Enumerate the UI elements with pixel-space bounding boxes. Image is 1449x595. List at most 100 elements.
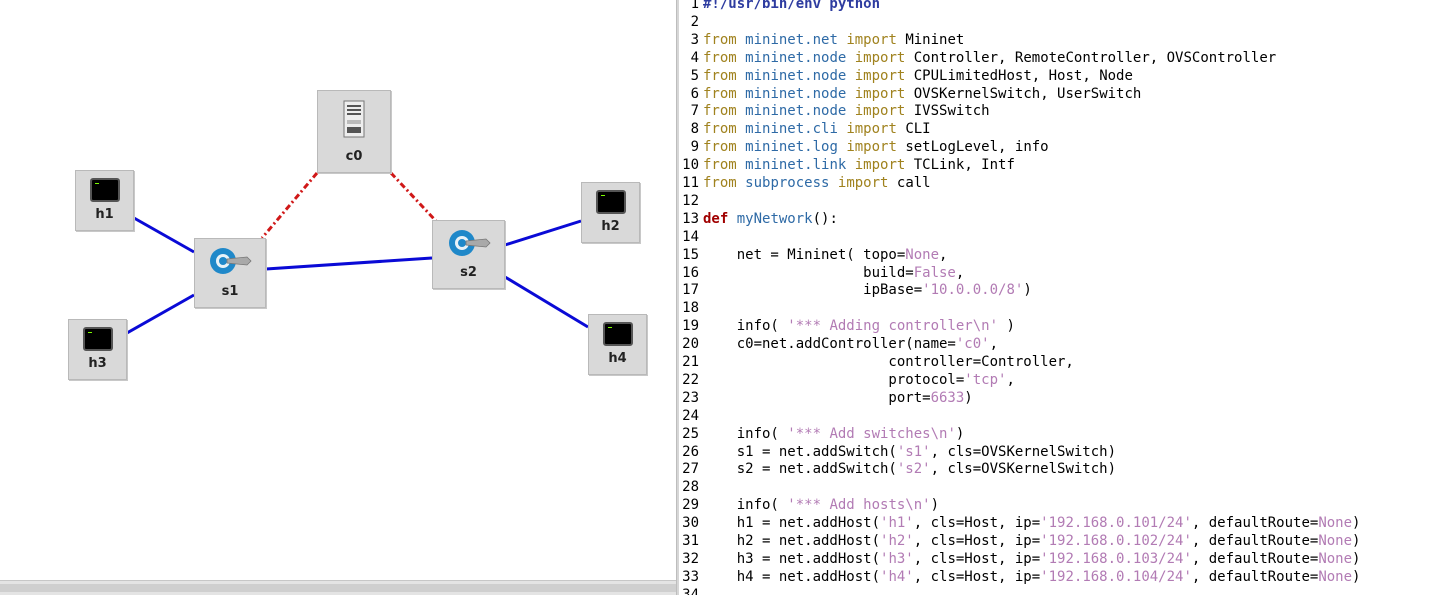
node-h4[interactable]: h4 xyxy=(588,314,647,375)
code-line[interactable]: 4 from mininet.node import Controller, Re… xyxy=(679,49,1449,67)
code-line[interactable]: 20 c0=net.addController(name='c0', xyxy=(679,335,1449,353)
node-s1[interactable]: s1 xyxy=(194,238,266,308)
code-token: h1 = net.addHost( xyxy=(703,515,881,532)
code-text: info( '*** Add switches\n') xyxy=(703,425,965,443)
topology-canvas[interactable]: h1 h2 h3 h4 s1 s2 c0 xyxy=(0,0,676,595)
code-token: import xyxy=(846,121,897,138)
code-line[interactable]: 25 info( '*** Add switches\n') xyxy=(679,425,1449,443)
code-token: False xyxy=(913,264,956,281)
code-token: ) xyxy=(964,389,973,406)
link-c0-s1[interactable] xyxy=(260,172,319,239)
node-s2[interactable]: s2 xyxy=(432,220,505,289)
code-line[interactable]: 19 info( '*** Adding controller\n' ) xyxy=(679,317,1449,335)
node-c0[interactable]: c0 xyxy=(317,90,391,173)
code-token: mininet.net xyxy=(745,31,838,48)
code-token: import xyxy=(854,49,906,66)
code-token: ) xyxy=(1352,515,1361,532)
code-line[interactable]: 18 xyxy=(679,299,1449,317)
line-number: 31 xyxy=(682,533,699,549)
code-text: from mininet.node import OVSKernelSwitch… xyxy=(703,85,1141,103)
code-token: OVSKernelSwitch, UserSwitch xyxy=(905,85,1142,102)
code-line[interactable]: 28 xyxy=(679,478,1449,496)
code-line[interactable]: 8 from mininet.cli import CLI xyxy=(679,120,1449,138)
code-token: 's2' xyxy=(896,461,931,478)
code-line[interactable]: 5 from mininet.node import CPULimitedHost… xyxy=(679,67,1449,85)
code-text: h4 = net.addHost('h4', cls=Host, ip='192… xyxy=(703,568,1361,586)
line-number: 27 xyxy=(682,461,699,478)
code-token: build= xyxy=(703,264,914,281)
code-token: Controller, RemoteController, OVSControl… xyxy=(905,49,1277,66)
line-number: 23 xyxy=(682,389,699,406)
scrollbar-thumb[interactable] xyxy=(0,584,676,592)
code-line[interactable]: 14 xyxy=(679,228,1449,246)
code-line[interactable]: 32 h3 = net.addHost('h3', cls=Host, ip='… xyxy=(679,550,1449,568)
code-line[interactable]: 23 port=6633) xyxy=(679,389,1449,407)
code-line[interactable]: 16 build=False, xyxy=(679,264,1449,282)
code-token: CPULimitedHost, Host, Node xyxy=(905,67,1133,84)
code-line[interactable]: 2 xyxy=(679,13,1449,31)
code-line[interactable]: 12 xyxy=(679,192,1449,210)
code-line[interactable]: 33 h4 = net.addHost('h4', cls=Host, ip='… xyxy=(679,568,1449,586)
code-text: def myNetwork(): xyxy=(703,210,838,228)
code-token: , xyxy=(939,246,948,263)
code-line[interactable]: 10 from mininet.link import TCLink, Intf xyxy=(679,156,1449,174)
code-token: mininet.log xyxy=(745,139,838,156)
code-line[interactable]: 27 s2 = net.addSwitch('s2', cls=OVSKerne… xyxy=(679,460,1449,478)
code-token: import xyxy=(854,103,906,120)
code-line[interactable]: 26 s1 = net.addSwitch('s1', cls=OVSKerne… xyxy=(679,443,1449,461)
code-token: from xyxy=(703,67,737,84)
code-line[interactable]: 24 xyxy=(679,407,1449,425)
code-line[interactable]: 29 info( '*** Add hosts\n') xyxy=(679,496,1449,514)
node-h2[interactable]: h2 xyxy=(581,182,640,243)
terminal-icon xyxy=(602,322,633,346)
code-line[interactable]: 31 h2 = net.addHost('h2', cls=Host, ip='… xyxy=(679,532,1449,550)
code-line[interactable]: 17 ipBase='10.0.0.0/8') xyxy=(679,281,1449,299)
code-token: mininet.node xyxy=(745,49,847,66)
code-text: protocol='tcp', xyxy=(703,371,1014,389)
code-text: s2 = net.addSwitch('s2', cls=OVSKernelSw… xyxy=(703,460,1116,478)
node-h1[interactable]: h1 xyxy=(75,170,134,231)
code-line[interactable]: 3 from mininet.net import Mininet xyxy=(679,31,1449,49)
code-line[interactable]: 6 from mininet.node import OVSKernelSwitc… xyxy=(679,85,1449,103)
code-line[interactable]: 15 net = Mininet( topo=None, xyxy=(679,246,1449,264)
code-editor[interactable]: 1 #!/usr/bin/env python 2 3 from mininet.net… xyxy=(679,0,1449,595)
code-token: #!/usr/bin/env python xyxy=(703,0,881,12)
code-token: port= xyxy=(703,389,931,406)
line-number: 5 xyxy=(690,67,699,84)
code-token: '192.168.0.101/24' xyxy=(1040,515,1192,532)
code-token: mininet.cli xyxy=(745,121,838,138)
link-s2-h2[interactable] xyxy=(504,219,582,247)
code-line[interactable]: 1 #!/usr/bin/env python xyxy=(679,0,1449,13)
link-h1-s1[interactable] xyxy=(133,216,195,254)
code-token: ) xyxy=(1352,550,1361,567)
node-h3[interactable]: h3 xyxy=(68,319,127,380)
line-number: 24 xyxy=(682,407,699,424)
code-token: 6633 xyxy=(930,389,965,406)
link-s1-s2[interactable] xyxy=(265,256,433,271)
code-line[interactable]: 9 from mininet.log import setLogLevel, in… xyxy=(679,138,1449,156)
code-line[interactable]: 11 from subprocess import call xyxy=(679,174,1449,192)
code-line[interactable]: 22 protocol='tcp', xyxy=(679,371,1449,389)
line-number: 29 xyxy=(682,497,699,514)
line-number: 6 xyxy=(690,85,699,102)
line-number: 14 xyxy=(682,228,699,245)
link-s2-h4[interactable] xyxy=(504,275,589,329)
code-line[interactable]: 21 controller=Controller, xyxy=(679,353,1449,371)
code-token: info( xyxy=(703,425,788,442)
code-token: None xyxy=(1318,533,1353,549)
code-token: from xyxy=(703,139,737,156)
link-h3-s1[interactable] xyxy=(126,293,195,335)
code-line[interactable]: 13 def myNetwork(): xyxy=(679,210,1449,228)
code-line[interactable]: 30 h1 = net.addHost('h1', cls=Host, ip='… xyxy=(679,514,1449,532)
link-c0-s2[interactable] xyxy=(389,171,438,223)
code-line[interactable]: 34 xyxy=(679,586,1449,595)
code-line[interactable]: 7 from mininet.node import IVSSwitch xyxy=(679,102,1449,120)
code-token: , cls=Host, ip= xyxy=(913,550,1041,567)
canvas-horizontal-scrollbar[interactable] xyxy=(0,580,676,595)
